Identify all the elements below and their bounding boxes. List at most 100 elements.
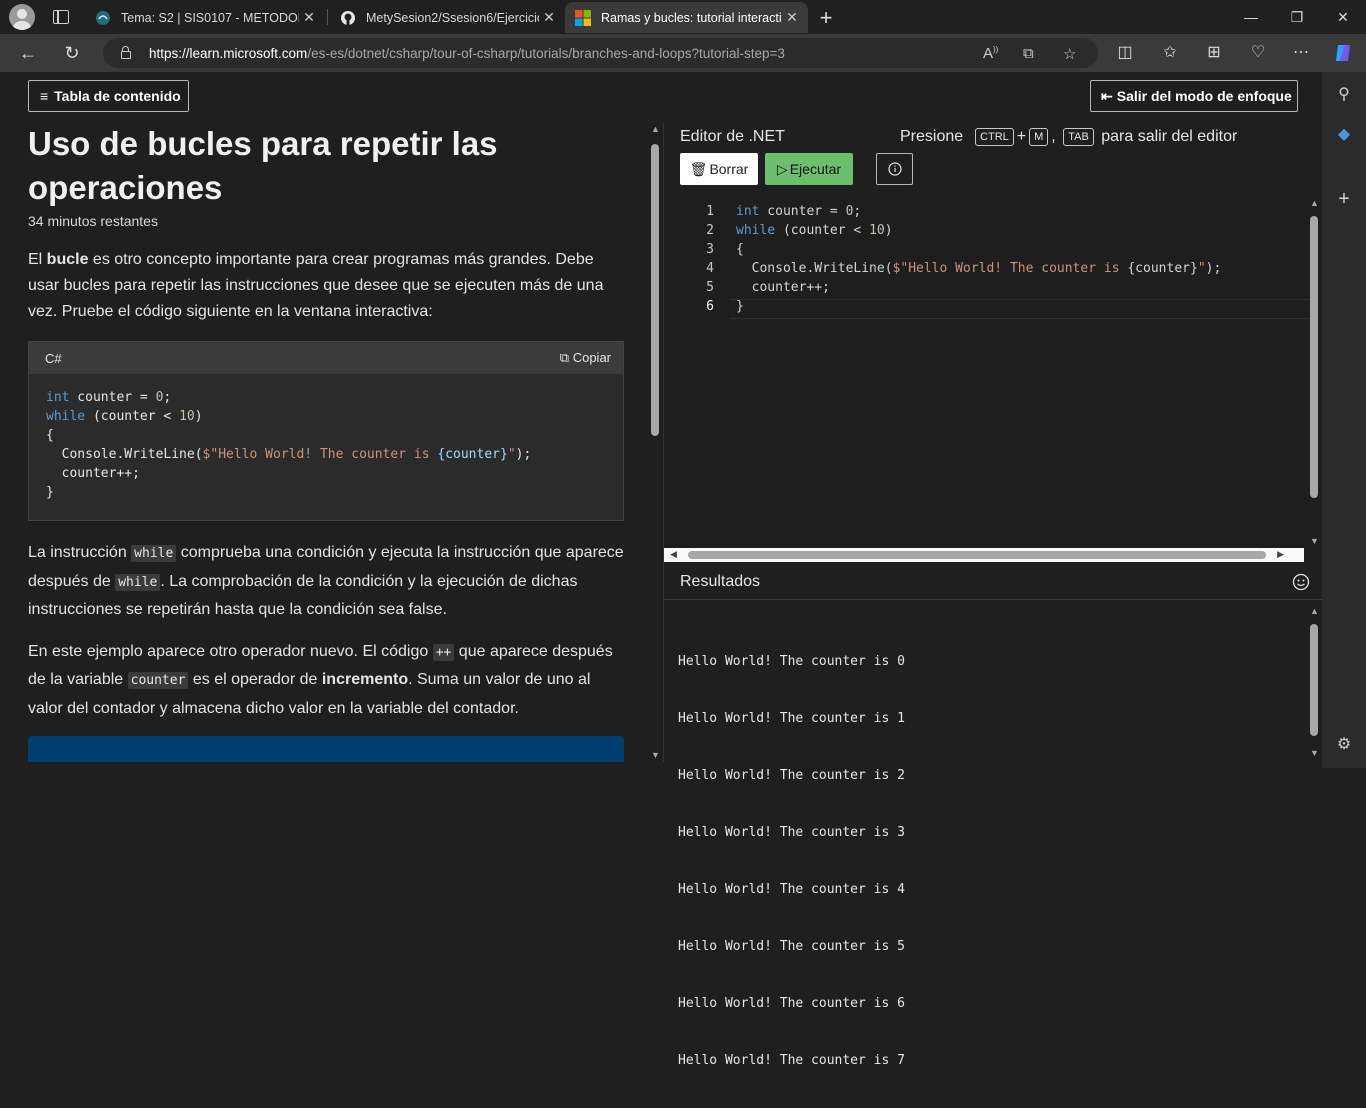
code-line: }: [46, 485, 54, 500]
code-header: C# ⧉ Copiar: [29, 342, 623, 374]
tab-actions-icon[interactable]: [53, 10, 69, 24]
paragraph-3: En este ejemplo aparece otro operador nu…: [28, 642, 613, 717]
editor-line: Console.WriteLine($"Hello World! The cou…: [736, 261, 1222, 276]
results-title: Resultados: [680, 573, 761, 590]
code-editor[interactable]: 1 2 3 4 5 6 int counter = 0; while (coun…: [664, 194, 1322, 564]
menu-icon: ≡: [40, 88, 49, 104]
results-header: Resultados: [664, 564, 1322, 600]
tab-3-title: Ramas y bucles: tutorial interactivo: [601, 10, 782, 25]
paragraph-1: El bucle es otro concepto importante par…: [28, 251, 604, 320]
exit-focus-label: Salir del modo de enfoque: [1116, 88, 1292, 104]
search-icon[interactable]: ⚲: [1334, 84, 1354, 104]
feedback-smiley-icon[interactable]: [1292, 573, 1310, 591]
page-title: Uso de bucles para repetir las operacion…: [28, 125, 498, 206]
paragraph-2: La instrucción while comprueba una condi…: [28, 544, 624, 618]
editor-line: while (counter < 10): [736, 223, 893, 238]
new-tab-icon[interactable]: +: [816, 5, 836, 31]
moodle-favicon-icon: [96, 10, 110, 25]
clear-button[interactable]: 🗑 Borrar: [680, 153, 758, 185]
lock-icon[interactable]: [121, 46, 131, 59]
tab-2[interactable]: MetySesion2/Ssesion6/Ejercicio1/ ✕: [330, 2, 565, 33]
profile-icon[interactable]: [9, 4, 35, 30]
code-content: int counter = 0; while (counter < 10) { Co…: [29, 374, 623, 516]
scroll-up-icon: ▲: [651, 124, 660, 134]
refresh-icon[interactable]: ↻: [61, 42, 83, 64]
results-output: Hello World! The counter is 0 Hello Worl…: [678, 614, 905, 1108]
line-number: 2: [706, 223, 714, 238]
line-number: 3: [706, 242, 714, 257]
page-content: ≡ Tabla de contenido ⇤ Salir del modo de…: [4, 72, 1322, 1068]
exit-icon: ⇤: [1101, 87, 1113, 104]
address-bar: ← ↻ https://learn.microsoft.com/es-es/do…: [0, 34, 1366, 72]
back-icon[interactable]: ←: [17, 42, 39, 64]
code-line: counter++;: [46, 466, 140, 481]
line-number: 5: [706, 280, 714, 295]
editor-line: {: [736, 242, 744, 257]
info-icon: [887, 162, 902, 176]
copy-button[interactable]: ⧉ Copiar: [560, 350, 611, 366]
editor-title: Editor de .NET: [680, 128, 785, 145]
editor-line: }: [736, 299, 744, 314]
article: Uso de bucles para repetir las operacion…: [28, 122, 624, 762]
collections-icon[interactable]: ⊞: [1203, 42, 1225, 62]
read-aloud-icon[interactable]: A)): [983, 45, 998, 62]
copilot-icon[interactable]: [1332, 41, 1356, 65]
minimize-icon[interactable]: —: [1228, 0, 1274, 34]
output-line: Hello World! The counter is 7: [678, 1053, 905, 1068]
code-line: while (counter < 10): [46, 409, 203, 424]
line-number: 1: [706, 204, 714, 219]
url-field[interactable]: https://learn.microsoft.com/es-es/dotnet…: [103, 38, 1098, 68]
code-block: C# ⧉ Copiar int counter = 0; while (count…: [28, 341, 624, 521]
info-button[interactable]: [876, 153, 913, 185]
code-line: int counter = 0;: [46, 390, 172, 405]
output-line: Hello World! The counter is 1: [678, 711, 905, 726]
close-icon[interactable]: ✕: [299, 9, 319, 26]
tab-bar: Tema: S2 | SIS0107 - METODOLOGÍA ✕ MetyS…: [0, 0, 1366, 34]
code-line: {: [46, 428, 54, 443]
settings-icon[interactable]: ⚙: [1334, 734, 1354, 754]
code-language: C#: [45, 350, 62, 366]
play-icon: ▷: [776, 160, 788, 177]
favorites-icon[interactable]: ✩: [1159, 42, 1181, 62]
exit-focus-button[interactable]: ⇤ Salir del modo de enfoque: [1090, 80, 1298, 112]
split-screen-icon[interactable]: ◫: [1114, 42, 1136, 62]
note-box: [28, 736, 624, 762]
editor-exit-hint: Presione CTRL + M, TAB para salir del edit…: [900, 128, 1238, 146]
article-scrollbar[interactable]: ▲ ▼: [649, 124, 661, 760]
health-icon[interactable]: ♡: [1247, 42, 1269, 62]
restore-icon[interactable]: ❐: [1274, 0, 1320, 34]
editor-line: int counter = 0;: [736, 204, 862, 219]
output-line: Hello World! The counter is 5: [678, 939, 905, 954]
close-icon[interactable]: ✕: [782, 9, 802, 26]
close-icon[interactable]: ✕: [539, 9, 559, 26]
editor-vertical-scrollbar[interactable]: ▲ ▼: [1307, 196, 1321, 548]
scroll-down-icon: ▼: [651, 750, 660, 760]
line-number: 4: [706, 261, 714, 276]
output-line: Hello World! The counter is 6: [678, 996, 905, 1011]
output-line: Hello World! The counter is 0: [678, 654, 905, 669]
tab-1[interactable]: Tema: S2 | SIS0107 - METODOLOGÍA ✕: [85, 2, 325, 33]
time-remaining: 34 minutos restantes: [28, 213, 158, 229]
output-line: Hello World! The counter is 4: [678, 882, 905, 897]
output-line: Hello World! The counter is 2: [678, 768, 905, 783]
window-close-icon[interactable]: ✕: [1320, 0, 1366, 34]
editor-horizontal-scrollbar[interactable]: ◀ ▶: [664, 548, 1304, 562]
line-number: 6: [706, 299, 714, 314]
microsoft-favicon-icon: [575, 9, 591, 26]
toc-label: Tabla de contenido: [54, 88, 181, 104]
editor-line: counter++;: [736, 280, 830, 295]
toc-button[interactable]: ≡ Tabla de contenido: [28, 80, 189, 112]
github-favicon-icon: [341, 10, 355, 25]
shopping-icon[interactable]: ◆: [1334, 124, 1354, 144]
favorite-star-icon[interactable]: ☆: [1063, 45, 1076, 63]
results-scrollbar[interactable]: ▲ ▼: [1307, 604, 1321, 760]
add-icon[interactable]: +: [1334, 188, 1354, 210]
more-icon[interactable]: ⋯: [1290, 42, 1312, 62]
code-line: Console.WriteLine($"Hello World! The cou…: [46, 447, 532, 462]
tab-2-title: MetySesion2/Ssesion6/Ejercicio1/: [366, 10, 539, 25]
tab-3-active[interactable]: Ramas y bucles: tutorial interactivo ✕: [565, 2, 808, 33]
url-text[interactable]: https://learn.microsoft.com/es-es/dotnet…: [149, 46, 785, 61]
trash-icon: 🗑: [689, 160, 708, 177]
app-icon[interactable]: ⧉: [1023, 45, 1034, 62]
run-button[interactable]: ▷ Ejecutar: [765, 153, 853, 185]
